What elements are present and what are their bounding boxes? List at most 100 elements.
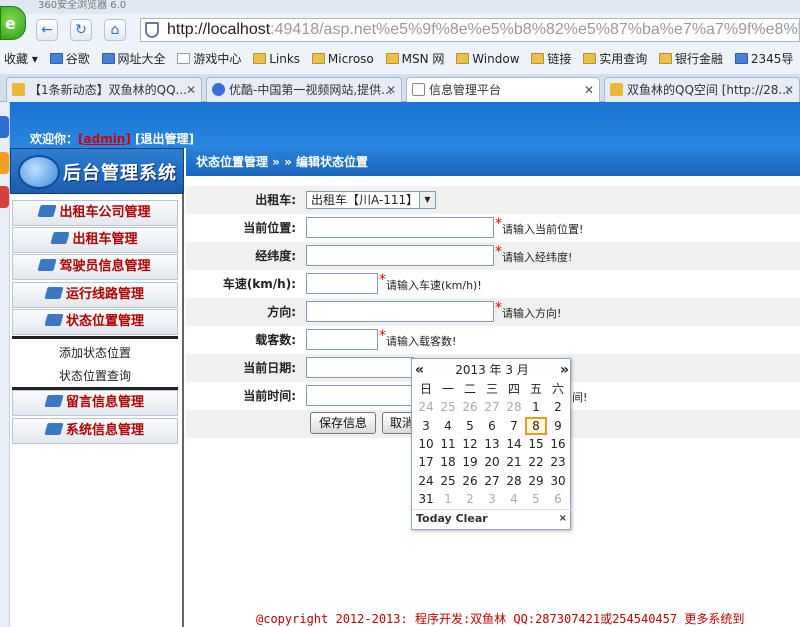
- sidebar-item-status[interactable]: 状态位置管理: [12, 309, 178, 335]
- calendar-day[interactable]: 27: [481, 472, 503, 490]
- calendar-day[interactable]: 26: [459, 398, 481, 416]
- sidebar-item-route[interactable]: 运行线路管理: [12, 282, 178, 308]
- sidebar-item-system[interactable]: 系统信息管理: [12, 418, 178, 444]
- next-month-button[interactable]: »: [560, 361, 569, 379]
- calendar-day[interactable]: 6: [481, 417, 503, 435]
- favorite-folder[interactable]: MSN 网: [385, 47, 444, 71]
- folder-icon: [311, 53, 325, 64]
- favorite-folder[interactable]: Microso: [311, 47, 374, 71]
- calendar-day[interactable]: 14: [503, 435, 525, 453]
- taxi-select[interactable]: 出租车【川A-111】 ▼: [306, 191, 436, 209]
- close-icon[interactable]: ✕: [784, 78, 794, 102]
- position-input[interactable]: [306, 217, 494, 238]
- calendar-day[interactable]: 31: [415, 490, 437, 508]
- calendar-day[interactable]: 4: [503, 490, 525, 508]
- calendar-day[interactable]: 15: [525, 435, 547, 453]
- calendar-day[interactable]: 17: [415, 453, 437, 471]
- breadcrumb: 状态位置管理 » » 编辑状态位置: [186, 148, 800, 176]
- close-icon[interactable]: ✕: [186, 78, 196, 102]
- favorite-link[interactable]: 2345导: [734, 47, 793, 71]
- lnglat-input[interactable]: [306, 245, 494, 266]
- logout-link[interactable]: [退出管理]: [135, 132, 194, 146]
- sidebar-item-driver[interactable]: 驾驶员信息管理: [12, 254, 178, 280]
- calendar-day[interactable]: 2: [547, 398, 569, 416]
- calendar-day[interactable]: 3: [481, 490, 503, 508]
- browser-tab[interactable]: 【1条新动态】双鱼林的QQ... ✕: [6, 77, 202, 102]
- calendar-day[interactable]: 5: [525, 490, 547, 508]
- calendar-day[interactable]: 22: [525, 453, 547, 471]
- calendar-day[interactable]: 3: [415, 417, 437, 435]
- calendar-day[interactable]: 30: [547, 472, 569, 490]
- calendar-day[interactable]: 6: [547, 490, 569, 508]
- chevron-down-icon[interactable]: ▼: [419, 192, 435, 208]
- date-input[interactable]: [306, 357, 414, 378]
- browser-tab-active[interactable]: 信息管理平台 ✕: [406, 77, 600, 103]
- browser-tab[interactable]: 优酷-中国第一视频网站,提供... ✕: [206, 77, 402, 102]
- save-button[interactable]: 保存信息: [310, 412, 376, 434]
- back-icon[interactable]: ←: [36, 19, 58, 41]
- favorite-link[interactable]: 游戏中心: [177, 47, 241, 71]
- browser-tab[interactable]: 双鱼林的QQ空间 [http://28... ✕: [604, 77, 800, 102]
- favorite-folder[interactable]: 实用查询: [583, 47, 647, 71]
- calendar-day[interactable]: 19: [459, 453, 481, 471]
- calendar-day[interactable]: 18: [437, 453, 459, 471]
- calendar-day[interactable]: 5: [459, 417, 481, 435]
- calendar-day[interactable]: 13: [481, 435, 503, 453]
- sidebar-tool-icon[interactable]: [0, 152, 9, 174]
- calendar-day-selected[interactable]: 8: [525, 416, 547, 435]
- calendar-day[interactable]: 1: [437, 490, 459, 508]
- favorite-folder[interactable]: Links: [253, 47, 300, 71]
- sidebar-tool-icon[interactable]: [0, 116, 9, 138]
- refresh-icon[interactable]: ↻: [70, 19, 92, 41]
- home-icon[interactable]: ⌂: [104, 19, 126, 41]
- calendar-day[interactable]: 12: [459, 435, 481, 453]
- calendar-day[interactable]: 28: [503, 398, 525, 416]
- close-icon[interactable]: ✕: [386, 78, 396, 102]
- calendar-day[interactable]: 25: [437, 472, 459, 490]
- shield-icon: [145, 22, 159, 38]
- clear-button[interactable]: Clear: [456, 512, 488, 525]
- sidebar-item-taxi[interactable]: 出租车管理: [12, 227, 178, 253]
- calendar-day[interactable]: 2: [459, 490, 481, 508]
- close-icon[interactable]: ×: [559, 510, 567, 528]
- calendar-day[interactable]: 28: [503, 472, 525, 490]
- sidebar-item-taxi-company[interactable]: 出租车公司管理: [12, 200, 178, 226]
- favorite-link[interactable]: 网址大全: [101, 47, 166, 71]
- calendar-day[interactable]: 20: [481, 453, 503, 471]
- passengers-input[interactable]: [306, 329, 378, 350]
- direction-input[interactable]: [306, 301, 494, 322]
- calendar-day[interactable]: 27: [481, 398, 503, 416]
- prev-month-button[interactable]: «: [415, 361, 424, 379]
- favorite-folder[interactable]: Window: [456, 47, 520, 71]
- favorite-link[interactable]: 谷歌: [49, 47, 90, 71]
- calendar-day[interactable]: 23: [547, 453, 569, 471]
- system-logo: 后台管理系统: [10, 148, 184, 194]
- calendar-day[interactable]: 25: [437, 398, 459, 416]
- close-icon[interactable]: ✕: [584, 78, 594, 102]
- calendar-day[interactable]: 11: [437, 435, 459, 453]
- favorites-menu[interactable]: 收藏 ▾: [4, 47, 38, 71]
- time-input[interactable]: [306, 385, 414, 406]
- calendar-day[interactable]: 24: [415, 398, 437, 416]
- calendar-day[interactable]: 26: [459, 472, 481, 490]
- favorite-folder[interactable]: 链接: [531, 47, 571, 71]
- speed-input[interactable]: [306, 273, 378, 294]
- calendar-day[interactable]: 4: [437, 417, 459, 435]
- sidebar-item-messages[interactable]: 留言信息管理: [12, 390, 178, 416]
- calendar-day[interactable]: 21: [503, 453, 525, 471]
- sidebar: 出租车公司管理 出租车管理 驾驶员信息管理 运行线路管理 状态位置管理 添加状态…: [10, 194, 184, 627]
- calendar-day[interactable]: 29: [525, 472, 547, 490]
- address-bar[interactable]: http://localhost:49418/asp.net%e5%9f%8e%…: [140, 18, 800, 42]
- calendar-day[interactable]: 7: [503, 417, 525, 435]
- sidebar-tool-icon[interactable]: [0, 186, 9, 208]
- calendar-day[interactable]: 1: [525, 398, 547, 416]
- calendar-day[interactable]: 16: [547, 435, 569, 453]
- sidebar-subitem-query-status[interactable]: 状态位置查询: [12, 365, 178, 387]
- today-button[interactable]: Today: [416, 512, 452, 525]
- calendar-day[interactable]: 10: [415, 435, 437, 453]
- calendar-day[interactable]: 9: [547, 417, 569, 435]
- favorite-folder[interactable]: 银行金融: [659, 47, 723, 71]
- sidebar-subitem-add-status[interactable]: 添加状态位置: [12, 342, 178, 364]
- calendar-day[interactable]: 24: [415, 472, 437, 490]
- admin-link[interactable]: [admin]: [78, 132, 131, 146]
